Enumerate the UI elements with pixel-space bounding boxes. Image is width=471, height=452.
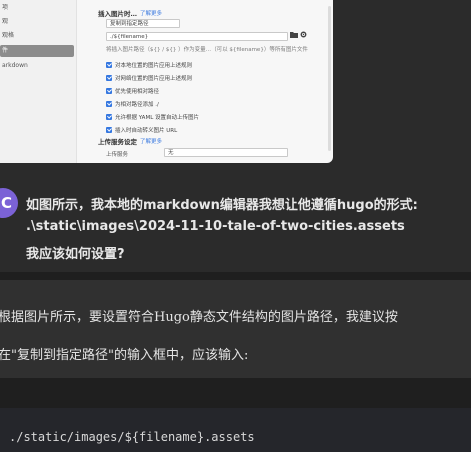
code-block: ./static/images/${filename}.assets <box>0 408 471 452</box>
preferences-window: 项 观 观格 件 arkdown 插入图片时… 了解更多 复制到指定路径 ./$… <box>0 0 333 163</box>
checkbox-label: 优先使用相对路径 <box>115 89 160 95</box>
checkbox-label: 为相对路径添加 ./ <box>115 102 159 108</box>
checkbox-label: 对本地位置的图片应用上述规则 <box>115 63 193 69</box>
checkbox-network-images[interactable]: 对网络位置的图片应用上述规则 <box>106 74 193 84</box>
checkbox-add-dot-slash[interactable]: 为相对路径添加 ./ <box>106 100 159 110</box>
sidebar-item-markdown[interactable]: arkdown <box>0 60 74 72</box>
checkbox-relative-path[interactable]: 优先使用相对路径 <box>106 87 160 97</box>
insert-action-select[interactable]: 复制到指定路径 <box>106 19 180 28</box>
upload-learn-more-link[interactable]: 了解更多 <box>140 137 162 145</box>
sidebar-item-image[interactable]: 件 <box>0 45 74 57</box>
checkbox-checked-icon[interactable] <box>106 100 112 107</box>
upload-settings-title: 上传服务设定 <box>98 138 137 146</box>
checkbox-label: 插入时自动转义图片 URL <box>115 128 178 134</box>
embedded-screenshot: 项 观 观格 件 arkdown 插入图片时… 了解更多 复制到指定路径 ./$… <box>0 0 471 172</box>
checkbox-checked-icon[interactable] <box>106 74 112 81</box>
checkbox-local-images[interactable]: 对本地位置的图片应用上述规则 <box>106 61 193 71</box>
sidebar-item-general[interactable]: 项 <box>0 2 74 14</box>
path-variable-hint: 将插入图片路径（${} / ${} ）作为变量…（可以 ${filename}）… <box>106 47 308 53</box>
checkbox-escape-url[interactable]: 插入时自动转义图片 URL <box>106 126 178 136</box>
folder-icon[interactable] <box>290 31 298 40</box>
user-avatar: C <box>0 188 18 218</box>
checkbox-label: 允许根据 YAML 设置自动上传图片 <box>115 115 200 121</box>
preferences-sidebar: 项 观 观格 件 arkdown <box>0 0 77 163</box>
code-line[interactable]: ./static/images/${filename}.assets <box>9 430 255 444</box>
upload-service-select[interactable]: 无 <box>164 148 288 157</box>
image-path-input[interactable]: ./${filename} <box>106 32 288 41</box>
answer-text-block: 根据图片所示，要设置符合Hugo静态文件结构的图片路径，我建议按 在"复制到指定… <box>0 280 471 378</box>
insert-image-title: 插入图片时… <box>98 10 137 18</box>
checkbox-checked-icon[interactable] <box>106 61 112 68</box>
sidebar-item-appearance[interactable]: 观 <box>0 16 74 28</box>
gear-icon[interactable] <box>300 31 307 40</box>
answer-line-2: 在"复制到指定路径"的输入框中，应该输入: <box>0 348 249 363</box>
sidebar-item-format[interactable]: 观格 <box>0 30 74 42</box>
answer-line-1: 根据图片所示，要设置符合Hugo静态文件结构的图片路径，我建议按 <box>0 310 398 325</box>
panel-scrollbar[interactable] <box>328 6 331 151</box>
question-line-2: .\static\images\2024-11-10-tale-of-two-c… <box>26 219 405 234</box>
question-line-3: 我应该如何设置? <box>26 247 125 262</box>
upload-service-label: 上传服务 <box>106 152 129 158</box>
checkbox-checked-icon[interactable] <box>106 126 112 133</box>
checkbox-checked-icon[interactable] <box>106 87 112 94</box>
assistant-message: 根据图片所示，要设置符合Hugo静态文件结构的图片路径，我建议按 在"复制到指定… <box>0 272 471 452</box>
question-line-1: 如图所示，我本地的markdown编辑器我想让他遵循hugo的形式: <box>26 198 418 213</box>
user-message: C 如图所示，我本地的markdown编辑器我想让他遵循hugo的形式: .\s… <box>0 172 471 272</box>
checkbox-yaml-upload[interactable]: 允许根据 YAML 设置自动上传图片 <box>106 113 200 123</box>
image-settings-panel: 插入图片时… 了解更多 复制到指定路径 ./${filename} 将插入图片路… <box>76 0 333 163</box>
checkbox-checked-icon[interactable] <box>106 113 112 120</box>
checkbox-label: 对网络位置的图片应用上述规则 <box>115 76 193 82</box>
insert-image-learn-more-link[interactable]: 了解更多 <box>140 9 162 17</box>
